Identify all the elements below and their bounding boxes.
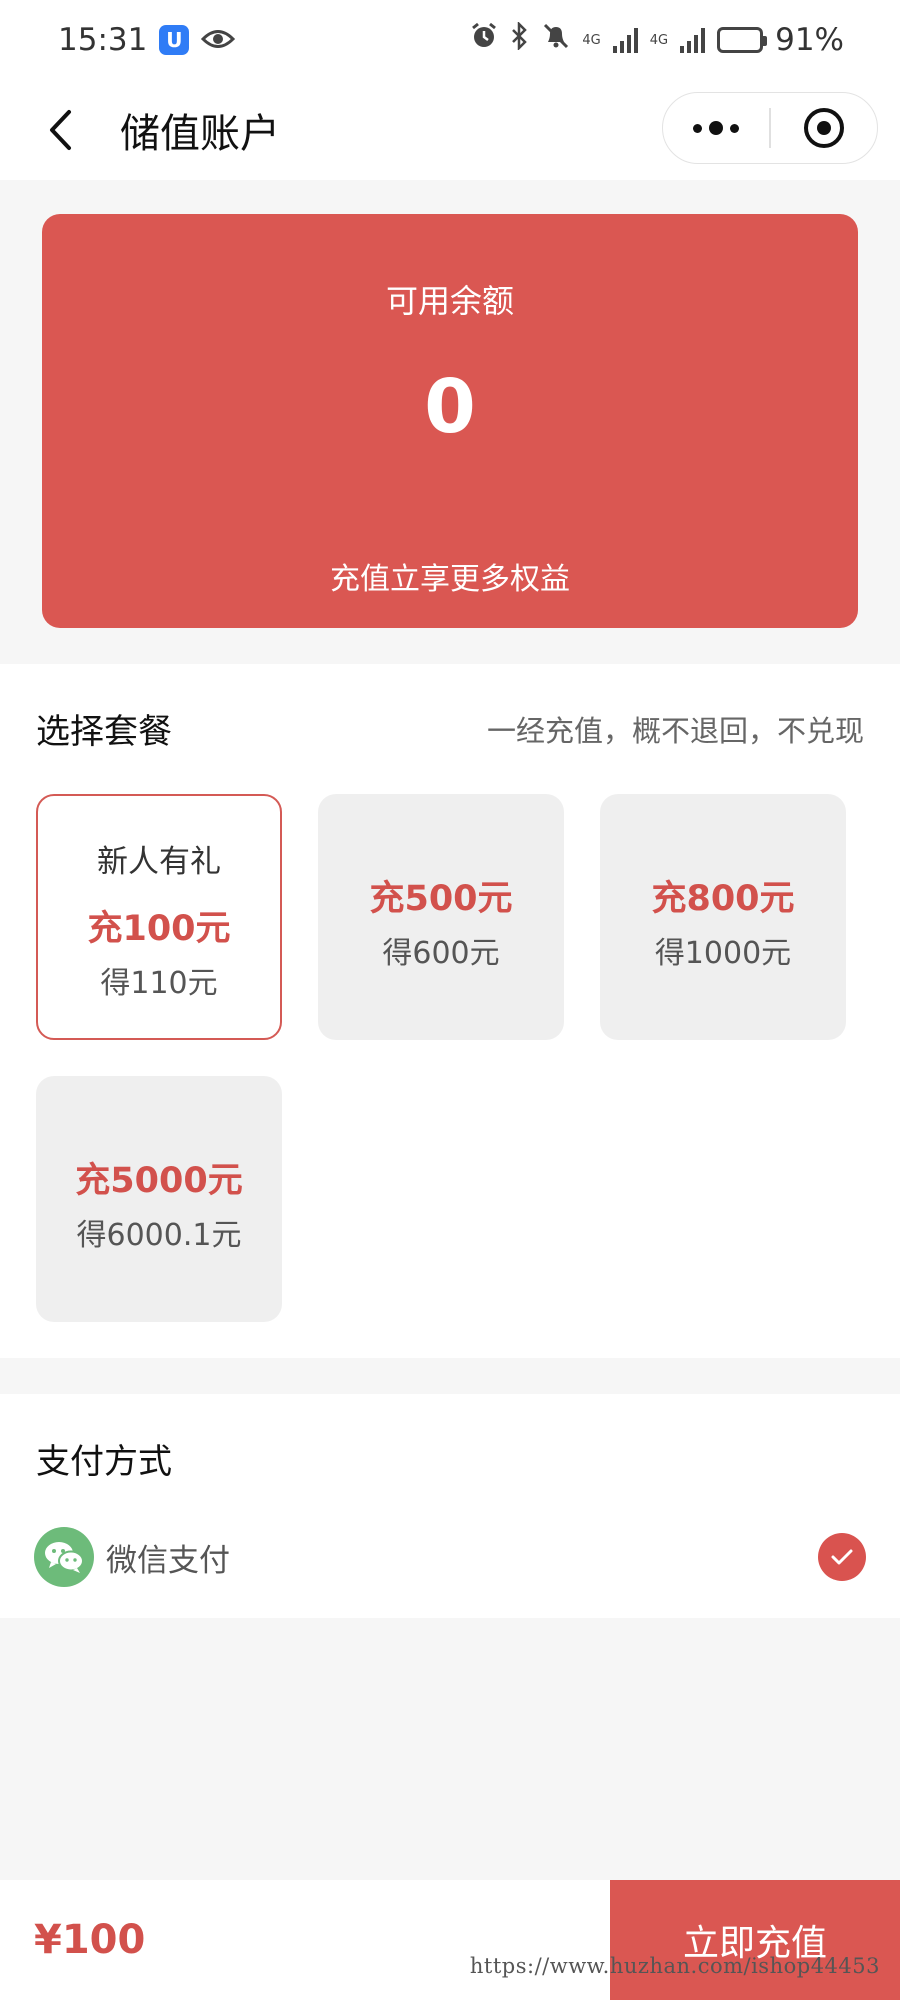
eye-icon bbox=[201, 22, 236, 58]
payment-section: 支付方式 微信支付 bbox=[0, 1394, 900, 1618]
status-time: 15:31 bbox=[58, 22, 148, 58]
signal-1-icon bbox=[612, 27, 638, 53]
balance-label: 可用余额 bbox=[385, 282, 514, 320]
alarm-icon bbox=[470, 22, 498, 58]
bottom-bar: ¥100 立即充值 bbox=[0, 1880, 900, 2000]
mute-bell-icon bbox=[542, 22, 570, 58]
package-title: 选择套餐 bbox=[36, 712, 172, 752]
wechat-icon bbox=[34, 1527, 94, 1587]
battery-percent: 91% bbox=[775, 22, 844, 58]
package-section: 选择套餐 一经充值，概不退回，不兑现 新人有礼 充100元 得110元 充500… bbox=[0, 664, 900, 1358]
package-option-500[interactable]: 充500元 得600元 bbox=[318, 794, 564, 1040]
package-amount: 充800元 bbox=[651, 879, 795, 919]
package-bonus: 得6000.1元 bbox=[76, 1218, 242, 1253]
balance-card: 可用余额 0 充值立享更多权益 bbox=[42, 214, 858, 628]
package-bonus: 得600元 bbox=[382, 936, 500, 971]
package-tag: 新人有礼 bbox=[97, 844, 221, 880]
package-option-800[interactable]: 充800元 得1000元 bbox=[600, 794, 846, 1040]
network-1-icon: 4G bbox=[582, 34, 600, 47]
package-bonus: 得1000元 bbox=[654, 936, 792, 971]
balance-value: 0 bbox=[424, 364, 476, 450]
bluetooth-icon bbox=[510, 20, 530, 58]
payment-method-name: 微信支付 bbox=[106, 1542, 230, 1579]
network-1-label: 4G bbox=[582, 32, 601, 48]
package-header: 选择套餐 一经充值，概不退回，不兑现 bbox=[36, 704, 864, 753]
package-option-5000[interactable]: 充5000元 得6000.1元 bbox=[36, 1076, 282, 1322]
status-left: 15:31 U bbox=[58, 22, 236, 58]
close-miniprogram-button[interactable] bbox=[771, 93, 877, 163]
package-note: 一经充值，概不退回，不兑现 bbox=[486, 713, 864, 748]
miniprogram-capsule bbox=[662, 92, 878, 164]
chevron-left-icon bbox=[50, 110, 71, 150]
nav-bar: 储值账户 bbox=[0, 80, 900, 180]
network-2-icon: 4G bbox=[650, 34, 668, 47]
battery-icon bbox=[717, 27, 768, 53]
back-button[interactable] bbox=[30, 100, 90, 160]
total-price: ¥100 bbox=[34, 1917, 146, 1963]
package-amount: 充500元 bbox=[369, 879, 513, 919]
package-option-100[interactable]: 新人有礼 充100元 得110元 bbox=[36, 794, 282, 1040]
payment-option-wechat[interactable]: 微信支付 bbox=[34, 1522, 866, 1592]
more-button[interactable] bbox=[663, 93, 769, 163]
package-amount: 充100元 bbox=[87, 909, 231, 949]
status-right: 4G 4G 91% bbox=[470, 20, 844, 58]
package-amount: 充5000元 bbox=[75, 1161, 243, 1201]
payment-title: 支付方式 bbox=[36, 1442, 172, 1482]
target-icon bbox=[803, 108, 844, 148]
check-icon[interactable] bbox=[818, 1533, 866, 1581]
more-dots-icon bbox=[693, 121, 740, 135]
watermark: https://www.huzhan.com/ishop44453 bbox=[469, 1954, 880, 1978]
balance-tip: 充值立享更多权益 bbox=[330, 562, 570, 597]
network-2-label: 4G bbox=[649, 32, 669, 48]
status-bar: 15:31 U 4G 4G 91% bbox=[0, 0, 900, 80]
app-notification-icon: U bbox=[159, 25, 190, 55]
recharge-button[interactable]: 立即充值 bbox=[610, 1880, 900, 2000]
signal-2-icon bbox=[680, 27, 706, 53]
page-title: 储值账户 bbox=[120, 111, 280, 157]
package-bonus: 得110元 bbox=[100, 966, 218, 1001]
